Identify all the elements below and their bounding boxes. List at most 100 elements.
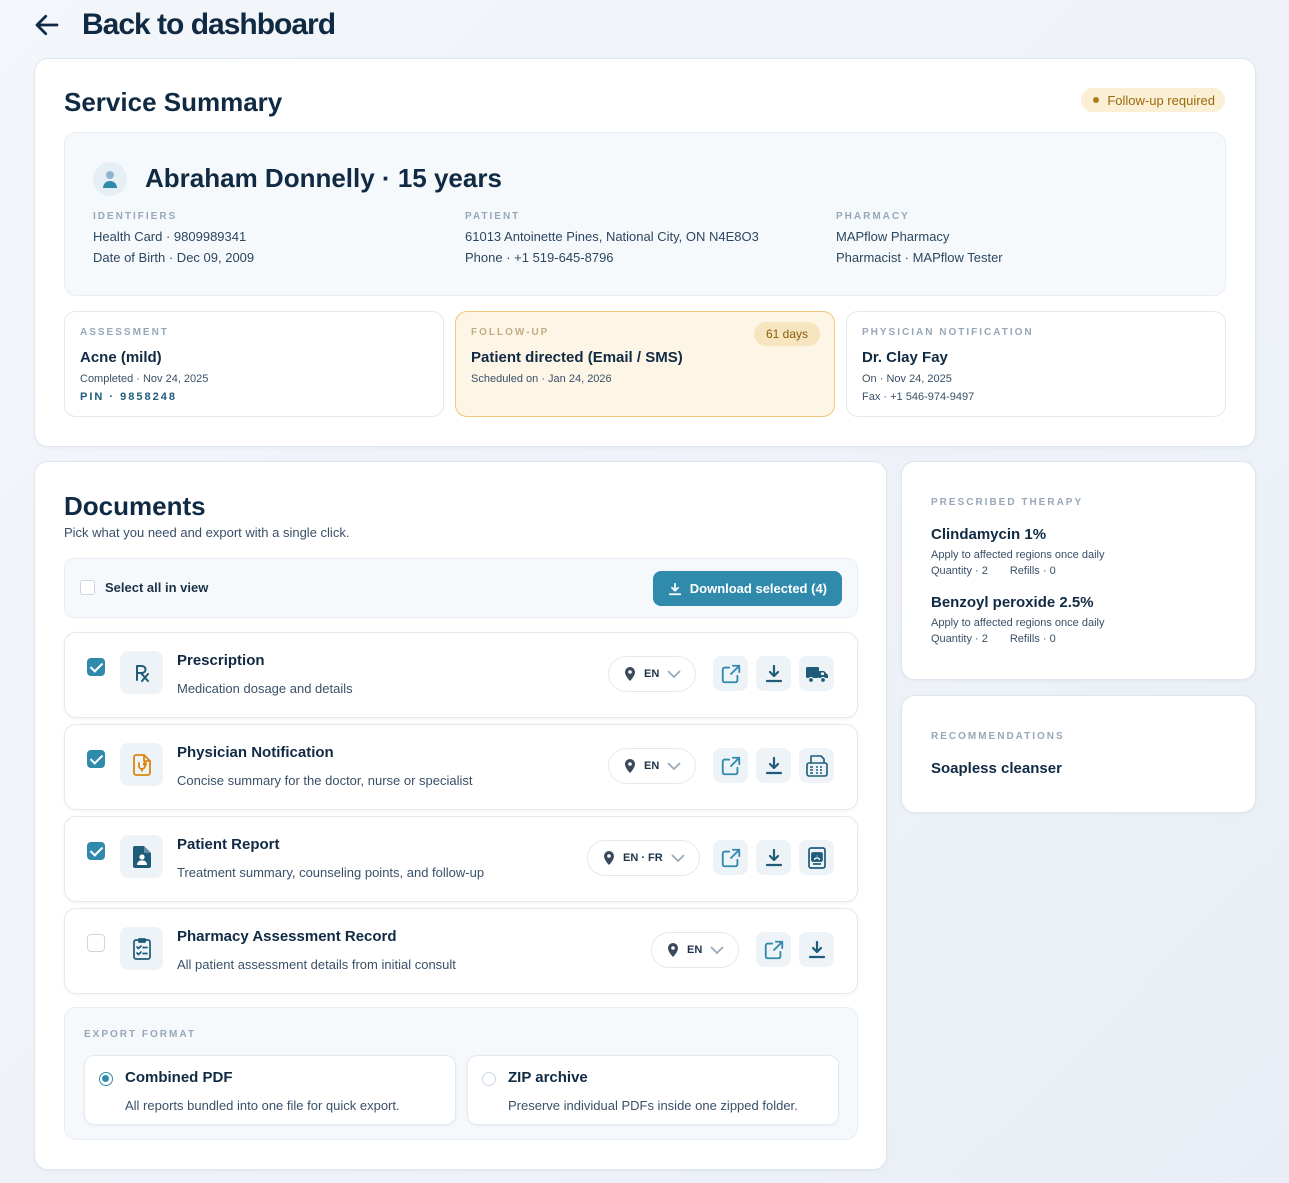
patient-report-checkbox[interactable]	[87, 842, 105, 860]
drug-refills: Refills · 0	[1009, 565, 1056, 577]
date-of-birth: Date of Birth · Dec 09, 2009	[93, 250, 255, 265]
assessment-pin: PIN · 9858248	[80, 391, 177, 403]
physician-date: On · Nov 24, 2025	[862, 373, 952, 385]
language-select[interactable]: EN	[651, 932, 740, 968]
recommendations-card: RECOMMENDATIONS Soapless cleanser	[901, 695, 1256, 813]
user-icon	[93, 162, 127, 196]
follow-up-title: Patient directed (Email / SMS)	[471, 349, 683, 366]
patient-phone: Phone · +1 519-645-8796	[465, 250, 614, 265]
therapy-item: Clindamycin 1% Apply to affected regions…	[931, 526, 1104, 577]
identifiers-column: IDENTIFIERS Health Card · 9809989341 Dat…	[93, 210, 254, 268]
chevron-down-icon	[710, 946, 724, 954]
zip-archive-option[interactable]: ZIP archive Preserve individual PDFs ins…	[467, 1055, 839, 1125]
open-document-button[interactable]	[713, 748, 748, 783]
document-row-prescription[interactable]: Prescription Medication dosage and detai…	[64, 632, 858, 718]
download-document-button[interactable]	[756, 748, 791, 783]
document-row-pharmacy-assessment-record[interactable]: Pharmacy Assessment Record All patient a…	[64, 908, 858, 994]
arrow-left-icon	[35, 14, 59, 36]
person-doc-icon	[120, 835, 163, 878]
document-row-patient-report[interactable]: Patient Report Treatment summary, counse…	[64, 816, 858, 902]
download-document-button[interactable]	[756, 840, 791, 875]
patient-name: Abraham Donnelly · 15 years	[145, 163, 502, 193]
option-description: All reports bundled into one file for qu…	[125, 1098, 400, 1113]
download-selected-label: Download selected (4)	[689, 581, 827, 596]
document-description: Treatment summary, counseling points, an…	[177, 865, 485, 880]
language-select[interactable]: EN	[608, 748, 697, 784]
service-summary-card: Service Summary Follow-up required Abrah…	[34, 58, 1256, 447]
language-select[interactable]: EN · FR	[587, 840, 700, 876]
download-icon	[765, 756, 782, 774]
chevron-down-icon	[671, 854, 685, 862]
zip-archive-radio[interactable]	[482, 1072, 496, 1086]
combined-pdf-radio[interactable]	[99, 1072, 113, 1086]
physician-name: Dr. Clay Fay	[862, 349, 948, 366]
download-icon	[808, 940, 825, 958]
recommendation-item: Soapless cleanser	[931, 760, 1062, 777]
status-badge: Follow-up required	[1081, 88, 1225, 112]
patient-address: 61013 Antoinette Pines, National City, O…	[465, 229, 759, 244]
language-select[interactable]: EN	[608, 656, 697, 692]
external-link-icon	[721, 848, 740, 867]
export-format-panel: EXPORT FORMAT Combined PDF All reports b…	[64, 1007, 858, 1140]
physician-notification-checkbox[interactable]	[87, 750, 105, 768]
physician-notification-card: PHYSICIAN NOTIFICATION Dr. Clay Fay On ·…	[846, 311, 1226, 417]
documents-subtitle: Pick what you need and export with a sin…	[64, 525, 350, 540]
open-document-button[interactable]	[756, 932, 791, 967]
pin-icon	[668, 943, 678, 957]
pin-icon	[625, 759, 635, 773]
status-text: Follow-up required	[1107, 92, 1215, 108]
drug-quantities: Quantity · 2 Refills · 0	[931, 633, 1104, 645]
document-description: Medication dosage and details	[177, 681, 353, 696]
physician-label: PHYSICIAN NOTIFICATION	[862, 327, 1034, 338]
select-all-label[interactable]: Select all in view	[105, 580, 208, 595]
drug-quantity: Quantity · 2	[931, 633, 988, 645]
pharmacy-column: PHARMACY MAPflow Pharmacy Pharmacist · M…	[836, 210, 1003, 268]
document-description: Concise summary for the doctor, nurse or…	[177, 773, 473, 788]
download-document-button[interactable]	[756, 656, 791, 691]
open-document-button[interactable]	[713, 840, 748, 875]
document-row-physician-notification[interactable]: Physician Notification Concise summary f…	[64, 724, 858, 810]
prescription-checkbox[interactable]	[87, 658, 105, 676]
drug-instructions: Apply to affected regions once daily	[931, 549, 1105, 561]
follow-up-label: FOLLOW-UP	[471, 327, 550, 338]
select-all-checkbox[interactable]	[80, 580, 95, 595]
option-description: Preserve individual PDFs inside one zipp…	[508, 1098, 798, 1113]
download-icon	[765, 664, 782, 682]
pharmacy-name: MAPflow Pharmacy	[836, 229, 950, 244]
truck-icon	[805, 666, 828, 683]
therapy-item: Benzoyl peroxide 2.5% Apply to affected …	[931, 594, 1104, 645]
recommendations-label: RECOMMENDATIONS	[931, 731, 1065, 742]
external-link-icon	[764, 940, 783, 959]
physician-fax: Fax · +1 546-974-9497	[862, 391, 975, 403]
chevron-down-icon	[667, 762, 681, 770]
download-document-button[interactable]	[799, 932, 834, 967]
patient-label: PATIENT	[465, 211, 521, 222]
download-selected-button[interactable]: Download selected (4)	[652, 571, 842, 606]
deliver-document-button[interactable]	[799, 656, 834, 691]
drug-quantities: Quantity · 2 Refills · 0	[931, 565, 1104, 577]
pharmacy-label: PHARMACY	[836, 211, 910, 222]
follow-up-card: FOLLOW-UP 61 days Patient directed (Emai…	[455, 311, 835, 417]
print-document-button[interactable]	[799, 840, 834, 875]
print-icon	[807, 846, 826, 869]
option-title: ZIP archive	[508, 1069, 588, 1086]
documents-title: Documents	[64, 491, 206, 521]
prescribed-therapy-card: PRESCRIBED THERAPY Clindamycin 1% Apply …	[901, 461, 1256, 680]
patient-info-panel: Abraham Donnelly · 15 years IDENTIFIERS …	[64, 132, 1226, 296]
rx-icon	[120, 651, 163, 694]
patient-column: PATIENT 61013 Antoinette Pines, National…	[465, 210, 759, 268]
external-link-icon	[721, 756, 740, 775]
pharmacy-assessment-checkbox[interactable]	[87, 934, 105, 952]
document-title: Physician Notification	[177, 744, 334, 761]
chevron-down-icon	[667, 670, 681, 678]
identifiers-label: IDENTIFIERS	[93, 211, 178, 222]
assessment-completed: Completed · Nov 24, 2025	[80, 373, 209, 385]
pharmacist-name: Pharmacist · MAPflow Tester	[836, 250, 1003, 265]
option-title: Combined PDF	[125, 1069, 233, 1086]
service-summary-title: Service Summary	[64, 87, 283, 117]
language-value: EN	[644, 760, 660, 772]
open-document-button[interactable]	[713, 656, 748, 691]
back-to-dashboard-link[interactable]: Back to dashboard	[32, 8, 336, 42]
combined-pdf-option[interactable]: Combined PDF All reports bundled into on…	[84, 1055, 456, 1125]
fax-document-button[interactable]	[799, 748, 834, 783]
